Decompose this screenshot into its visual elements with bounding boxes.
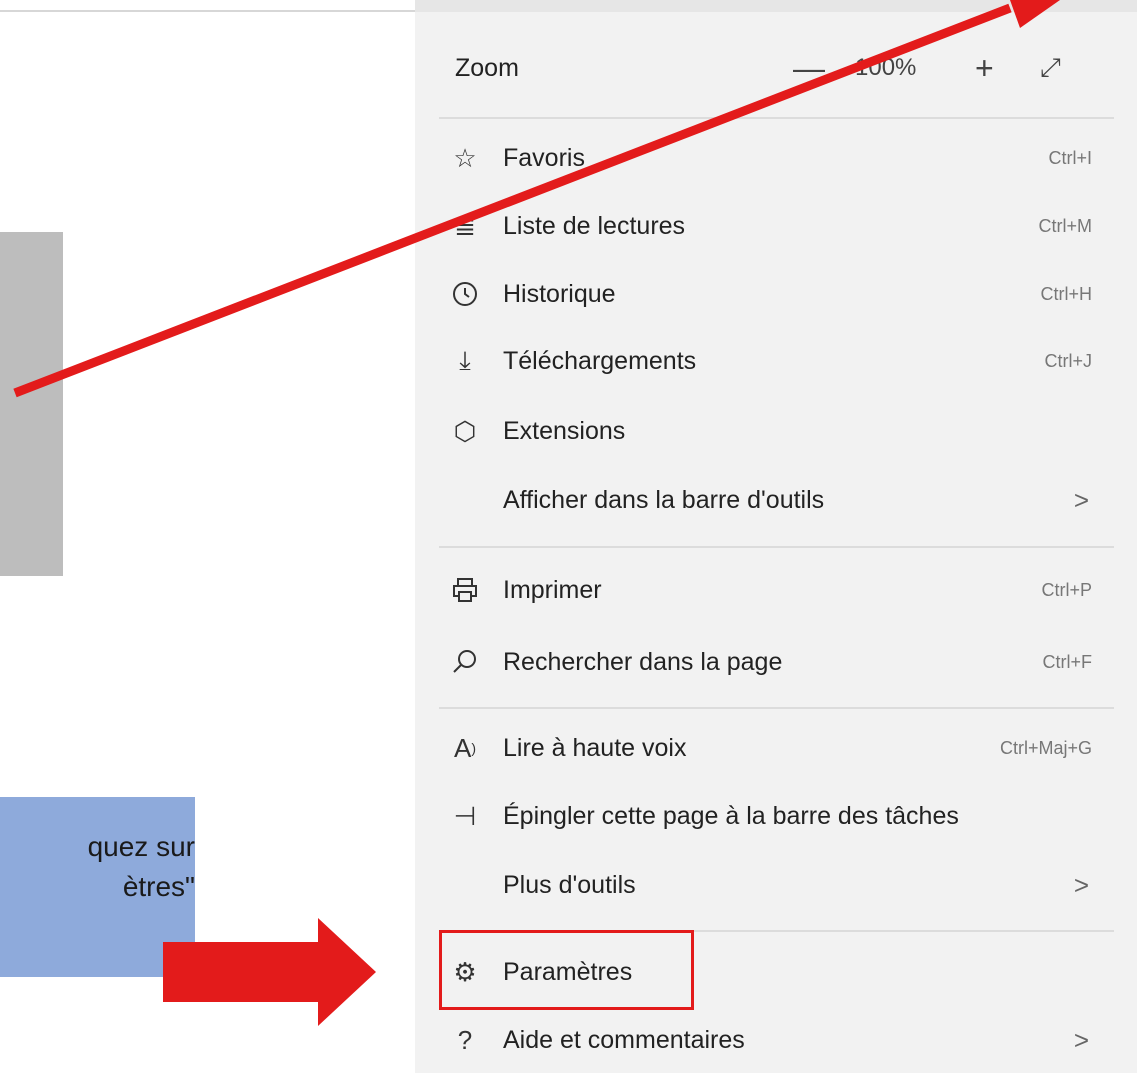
- diagonal-arrow-line: [13, 3, 1012, 398]
- diagonal-arrow-head: [1010, 0, 1060, 28]
- annotation-overlay: [13, 0, 1060, 1026]
- block-arrow: [163, 918, 376, 1026]
